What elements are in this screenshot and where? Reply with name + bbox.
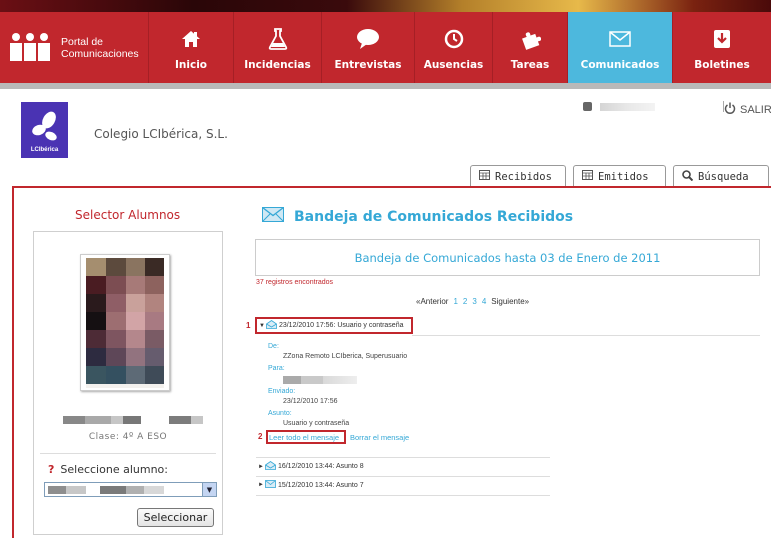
user-avatar-icon [583,102,592,111]
pager-prev[interactable]: «Anterior [416,297,448,306]
expand-arrow-icon[interactable]: ► [258,464,264,470]
to-label: Para: [268,365,285,372]
nav-label-incidencias: Incidencias [244,59,311,71]
tab-emitidos[interactable]: Emitidos [573,165,666,187]
tab-recibidos[interactable]: Recibidos [470,165,566,187]
inbox-title-text: Bandeja de Comunicados Recibidos [294,208,574,225]
select-student-button[interactable]: Seleccionar [137,508,214,527]
power-icon [724,102,736,117]
message-row[interactable]: ► 15/12/2010 13:44: Asunto 7 [258,480,364,490]
student-photo [80,254,170,391]
message-separator [412,335,760,336]
people-icon [10,32,52,63]
main-nav: Portal de Comunicaciones Inicio Incidenc… [0,12,771,83]
school-name: Colegio LCIbérica, S.L. [94,127,228,141]
pagination: «Anterior 1 2 3 4 Siguiente» [416,297,529,306]
puzzle-icon [519,27,541,51]
top-photo-strip [0,0,771,12]
tab-busqueda-label: Búsqueda [698,170,749,183]
portal-title-line1: Portal de [61,35,104,48]
from-value: ZZona Remoto LCIberica, Superusuario [283,353,408,360]
envelope-icon [262,206,284,226]
calendar-icon [479,170,490,183]
envelope-icon [609,27,631,51]
inbox-banner: Bandeja de Comunicados hasta 03 de Enero… [255,239,760,276]
records-count: 37 registros encontrados [256,279,334,286]
pager-page-3[interactable]: 3 [472,297,476,306]
read-all-link[interactable]: Leer todo el mensaje [269,433,339,442]
school-logo: LCIbérica [21,102,68,158]
exit-label: SALIR [740,103,771,116]
message-row-expanded[interactable]: ▼ 23/12/2010 17:56: Usuario y contraseña [259,320,403,331]
logo-text: LCIbérica [30,147,59,153]
user-area [583,101,724,112]
download-icon [713,27,731,51]
nav-item-inicio[interactable]: Inicio [149,12,234,83]
nav-label-comunicados: Comunicados [580,59,660,71]
exit-button[interactable]: SALIR [724,102,771,117]
nav-item-tareas[interactable]: Tareas [493,12,568,83]
select-student-text: Seleccione alumno: [60,463,168,476]
student-dropdown[interactable]: ▼ [44,482,217,497]
nav-item-incidencias[interactable]: Incidencias [234,12,322,83]
annotation-marker-2: 2 [258,432,263,441]
pager-page-4[interactable]: 4 [482,297,486,306]
annotation-marker-1: 1 [246,321,251,330]
tab-emitidos-label: Emitidos [598,170,649,183]
portal-title-line2: Comunicaciones [61,47,139,60]
sent-value: 23/12/2010 17:56 [283,398,338,405]
message-header: 15/12/2010 13:44: Asunto 7 [277,481,364,489]
pager-page-2[interactable]: 2 [463,297,467,306]
message-separator [256,457,550,458]
nav-item-ausencias[interactable]: Ausencias [415,12,493,83]
expand-arrow-icon[interactable]: ► [258,482,264,488]
question-icon: ? [48,463,55,476]
subject-label: Asunto: [268,410,292,417]
message-row[interactable]: ► 16/12/2010 13:44: Asunto 8 [258,461,364,472]
to-value-redacted [283,376,357,386]
calendar-icon [582,170,593,183]
delete-link[interactable]: Borrar el mensaje [350,433,409,442]
chat-bubble-icon [356,27,380,51]
open-envelope-icon [266,320,277,331]
pager-next[interactable]: Siguiente» [491,297,529,306]
subject-value: Usuario y contraseña [283,420,350,427]
envelope-icon [265,480,276,490]
nav-label-inicio: Inicio [174,59,208,71]
tab-recibidos-label: Recibidos [495,170,552,183]
search-icon [682,169,694,184]
selector-title: Selector Alumnos [75,208,181,222]
nav-label-ausencias: Ausencias [423,59,484,71]
student-name-redacted [63,415,203,425]
message-header: 16/12/2010 13:44: Asunto 8 [277,463,364,470]
clock-icon [444,27,464,51]
tab-busqueda[interactable]: Búsqueda [673,165,769,187]
home-icon [181,27,201,51]
collapse-arrow-icon[interactable]: ▼ [259,323,265,329]
select-student-label: ? Seleccione alumno: [48,463,168,476]
from-label: De: [268,343,279,350]
nav-label-tareas: Tareas [510,59,550,71]
inbox-title: Bandeja de Comunicados Recibidos [262,206,574,226]
nav-item-comunicados[interactable]: Comunicados [568,12,673,83]
message-separator [256,495,550,496]
student-class: Clase: 4º A ESO [88,432,168,442]
message-separator [256,476,550,477]
message-header-expanded: 23/12/2010 17:56: Usuario y contraseña [278,322,404,329]
portal-logo[interactable]: Portal de Comunicaciones [0,12,149,83]
chevron-down-icon[interactable]: ▼ [202,483,216,496]
pager-page-1[interactable]: 1 [453,297,457,306]
open-envelope-icon [265,461,276,472]
nav-shadow [0,83,771,89]
user-name-redacted [600,102,655,111]
flask-icon [268,27,288,51]
nav-label-entrevistas: Entrevistas [334,59,402,71]
nav-item-entrevistas[interactable]: Entrevistas [322,12,415,83]
nav-label-boletines: Boletines [694,59,750,71]
selector-divider [40,453,216,454]
sent-label: Enviado: [268,388,296,395]
nav-item-boletines[interactable]: Boletines [673,12,771,83]
